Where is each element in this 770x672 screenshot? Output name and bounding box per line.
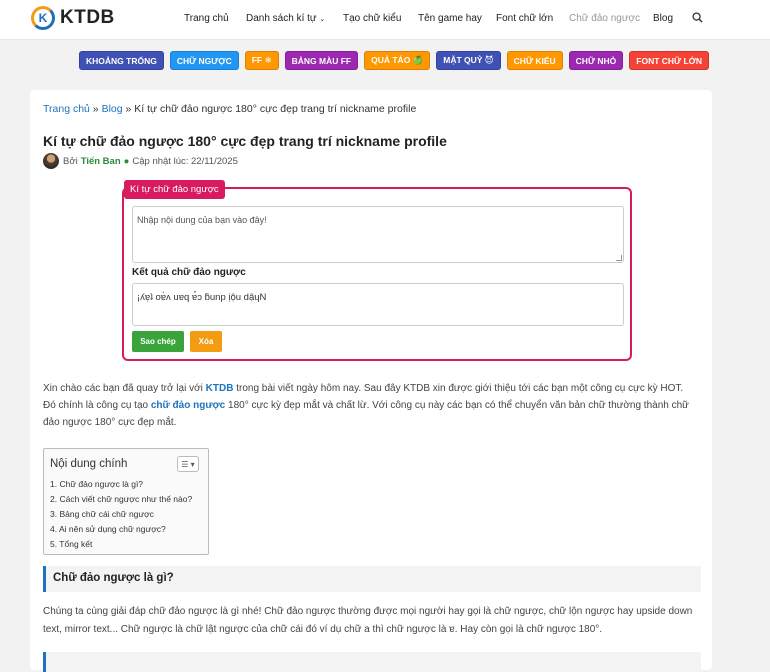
logo-icon: K	[31, 6, 55, 30]
content-card: Trang chủ » Blog » Kí tự chữ đảo ngược 1…	[30, 90, 712, 672]
dot-separator: ●	[123, 155, 130, 167]
toc-item[interactable]: 1. Chữ đảo ngược là gì?	[50, 477, 192, 492]
toc-item[interactable]: 4. Ai nên sử dụng chữ ngược?	[50, 522, 192, 537]
tag-ff-snow[interactable]: FF ❄	[244, 51, 279, 70]
breadcrumb-home[interactable]: Trang chủ	[43, 103, 90, 115]
nav-item-create-style[interactable]: Tạo chữ kiểu	[343, 13, 418, 24]
breadcrumb-current: Kí tự chữ đảo ngược 180° cực đẹp trang t…	[134, 103, 417, 115]
table-of-contents: Nội dung chính ☰ ▾ 1. Chữ đảo ngược là g…	[43, 448, 209, 555]
tool-badge: Kí tự chữ đảo ngược	[124, 180, 225, 199]
copy-button[interactable]: Sao chép	[132, 331, 184, 352]
search-icon[interactable]	[692, 12, 703, 23]
text-input[interactable]: Nhập nội dung của bạn vào đây!	[132, 206, 624, 263]
breadcrumb: Trang chủ » Blog » Kí tự chữ đảo ngược 1…	[43, 103, 417, 115]
text-input-placeholder: Nhập nội dung của bạn vào đây!	[137, 215, 267, 225]
tag-big-font[interactable]: FONT CHỮ LỚN	[629, 51, 710, 70]
section-title: Chữ đảo ngược là gì?	[53, 572, 174, 584]
updated-date: Cập nhật lúc: 22/11/2025	[132, 155, 238, 167]
site-logo[interactable]: K KTDB	[31, 6, 115, 30]
toc-title: Nội dung chính	[50, 458, 128, 470]
next-section-heading	[43, 652, 701, 672]
article-meta: Bởi Tiến Ban ● Cập nhật lúc: 22/11/2025	[43, 153, 238, 169]
breadcrumb-blog[interactable]: Blog	[102, 103, 123, 115]
tag-small-text[interactable]: CHỮ NHỎ	[568, 51, 624, 70]
brand-link[interactable]: KTDB	[206, 383, 234, 394]
main-nav: Trang chủ Danh sách kí tự ⌄ Tạo chữ kiểu…	[184, 13, 673, 24]
tag-bar: KHOẢNG TRỐNG CHỮ NGƯỢC FF ❄ BẢNG MÀU FF …	[79, 51, 715, 70]
toc-item[interactable]: 3. Bảng chữ cái chữ ngược	[50, 507, 192, 522]
upside-down-tool: Kí tự chữ đảo ngược Nhập nội dung của bạ…	[122, 180, 632, 361]
nav-item-character-list[interactable]: Danh sách kí tự ⌄	[246, 13, 332, 24]
tag-ff-color-table[interactable]: BẢNG MÀU FF	[284, 51, 359, 70]
toc-list: 1. Chữ đảo ngược là gì? 2. Cách viết chữ…	[50, 477, 192, 552]
result-label: Kết quả chữ đảo ngược	[132, 267, 246, 278]
nav-item-game-names[interactable]: Tên game hay	[418, 13, 496, 24]
toc-toggle-button[interactable]: ☰ ▾	[177, 456, 199, 472]
tag-fancy-text[interactable]: CHỮ KIỂU	[506, 51, 563, 70]
section-heading: Chữ đảo ngược là gì?	[43, 566, 701, 592]
clear-button[interactable]: Xóa	[190, 331, 222, 352]
intro-paragraph: Xin chào các bạn đã quay trở lại với KTD…	[43, 383, 689, 428]
list-icon: ☰ ▾	[181, 459, 195, 469]
nav-item-big-font[interactable]: Font chữ lớn	[496, 13, 569, 24]
result-output[interactable]: ¡ʎɐ̣ʇ oɐ̀ʌ uɐq ɐ̉ɔ ƃunp ịộu dậɥN	[132, 283, 624, 326]
tag-reverse-text[interactable]: CHỮ NGƯỢC	[169, 51, 239, 70]
section-paragraph: Chúng ta cùng giải đáp chữ đảo ngược là …	[43, 606, 693, 635]
tag-apple[interactable]: QUẢ TÁO 🍏	[364, 51, 431, 70]
nav-item-upside-down[interactable]: Chữ đảo ngược	[569, 13, 653, 24]
toc-item[interactable]: 5. Tổng kết	[50, 537, 192, 552]
avatar	[43, 153, 59, 169]
nav-item-home[interactable]: Trang chủ	[184, 13, 246, 24]
site-header: K KTDB Trang chủ Danh sách kí tự ⌄ Tạo c…	[0, 0, 770, 40]
chevron-down-icon: ⌄	[319, 16, 326, 23]
page-title: Kí tự chữ đảo ngược 180° cực đẹp trang t…	[43, 133, 447, 149]
toc-item[interactable]: 2. Cách viết chữ ngược như thế nào?	[50, 492, 192, 507]
nav-item-blog[interactable]: Blog	[653, 13, 673, 24]
resize-handle[interactable]	[616, 255, 622, 261]
author-link[interactable]: Tiến Ban	[81, 156, 121, 167]
tag-devil-face[interactable]: MẶT QUỶ 😈	[436, 51, 501, 70]
tag-blank-space[interactable]: KHOẢNG TRỐNG	[79, 51, 164, 70]
upside-down-link[interactable]: chữ đảo ngược	[151, 400, 225, 411]
logo-text: KTDB	[60, 7, 115, 28]
